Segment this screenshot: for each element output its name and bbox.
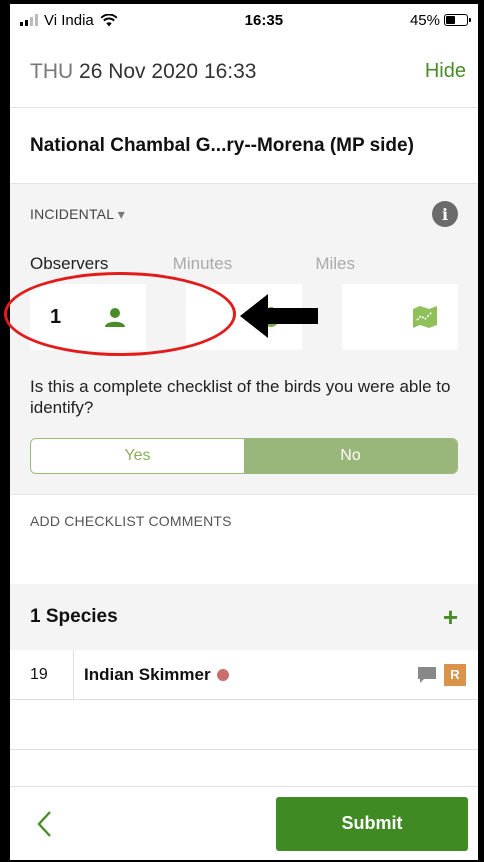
effort-inputs: 1 (30, 284, 458, 350)
checklist-date[interactable]: THU 26 Nov 2020 16:33 (30, 60, 257, 84)
observers-field[interactable]: 1 (30, 284, 146, 350)
day-of-week: THU (30, 59, 74, 83)
protocol-dropdown[interactable]: INCIDENTAL ▾ (30, 206, 125, 223)
person-icon (105, 308, 125, 327)
protocol-label: INCIDENTAL (30, 205, 114, 222)
miles-label: Miles (315, 254, 356, 273)
info-icon[interactable]: i (432, 201, 458, 227)
species-name-cell: Indian Skimmer (74, 665, 418, 685)
chevron-down-icon: ▾ (117, 205, 126, 222)
minutes-label: Minutes (172, 254, 233, 273)
rare-badge: R (444, 663, 466, 686)
status-left: Vi India (20, 12, 118, 29)
complete-checklist-question: Is this a complete checklist of the bird… (30, 377, 451, 417)
effort-section: INCIDENTAL ▾ i Observers Minutes Miles 1 (10, 184, 478, 494)
checklist-comments-field[interactable]: ADD CHECKLIST COMMENTS (10, 494, 478, 584)
battery-icon (443, 14, 471, 26)
observers-label: Observers (30, 254, 109, 273)
breeding-dot-icon (216, 668, 229, 681)
complete-no-button[interactable]: No (244, 439, 457, 473)
chevron-left-icon (37, 810, 51, 837)
wifi-icon (100, 13, 118, 26)
date-time: 26 Nov 2020 16:33 (79, 59, 257, 83)
effort-labels: Observers Minutes Miles (30, 244, 458, 274)
species-name: Indian Skimmer (84, 664, 211, 684)
status-bar: Vi India 16:35 45% (10, 4, 478, 36)
location-row[interactable]: National Chambal G...ry--Morena (MP side… (10, 108, 478, 184)
hide-button[interactable]: Hide (425, 60, 466, 83)
species-count-cell[interactable]: 19 (10, 650, 74, 699)
map-icon (413, 306, 437, 328)
status-right: 45% (409, 11, 471, 29)
date-header: THU 26 Nov 2020 16:33 Hide (10, 36, 478, 108)
observers-value: 1 (50, 305, 62, 328)
comment-icon[interactable] (418, 666, 436, 683)
species-row-icons: R (418, 663, 478, 686)
status-time: 16:35 (244, 11, 284, 29)
species-row[interactable]: 19 Indian Skimmer R (10, 650, 478, 700)
stopwatch-icon (263, 307, 279, 327)
back-button[interactable] (36, 810, 56, 838)
submit-button[interactable]: Submit (276, 796, 468, 851)
complete-yes-button[interactable]: Yes (31, 439, 244, 473)
minutes-field[interactable] (186, 284, 302, 350)
complete-toggle: Yes No (30, 438, 458, 474)
signal-icon (20, 14, 38, 26)
species-header: 1 Species + (10, 584, 478, 650)
carrier-name: Vi India (44, 11, 94, 29)
location-name: National Chambal G...ry--Morena (MP side… (30, 134, 414, 156)
phone-screen: Vi India 16:35 45% THU 26 Nov 2020 16:33… (10, 4, 478, 860)
species-count: 1 Species (30, 606, 118, 627)
bottom-bar: Submit (10, 786, 478, 860)
miles-field[interactable] (342, 284, 458, 350)
comments-label: ADD CHECKLIST COMMENTS (30, 513, 232, 529)
protocol-row: INCIDENTAL ▾ i (30, 184, 458, 244)
battery-percent: 45% (409, 11, 440, 29)
list-spacer (10, 700, 478, 750)
add-species-button[interactable]: + (443, 602, 458, 633)
